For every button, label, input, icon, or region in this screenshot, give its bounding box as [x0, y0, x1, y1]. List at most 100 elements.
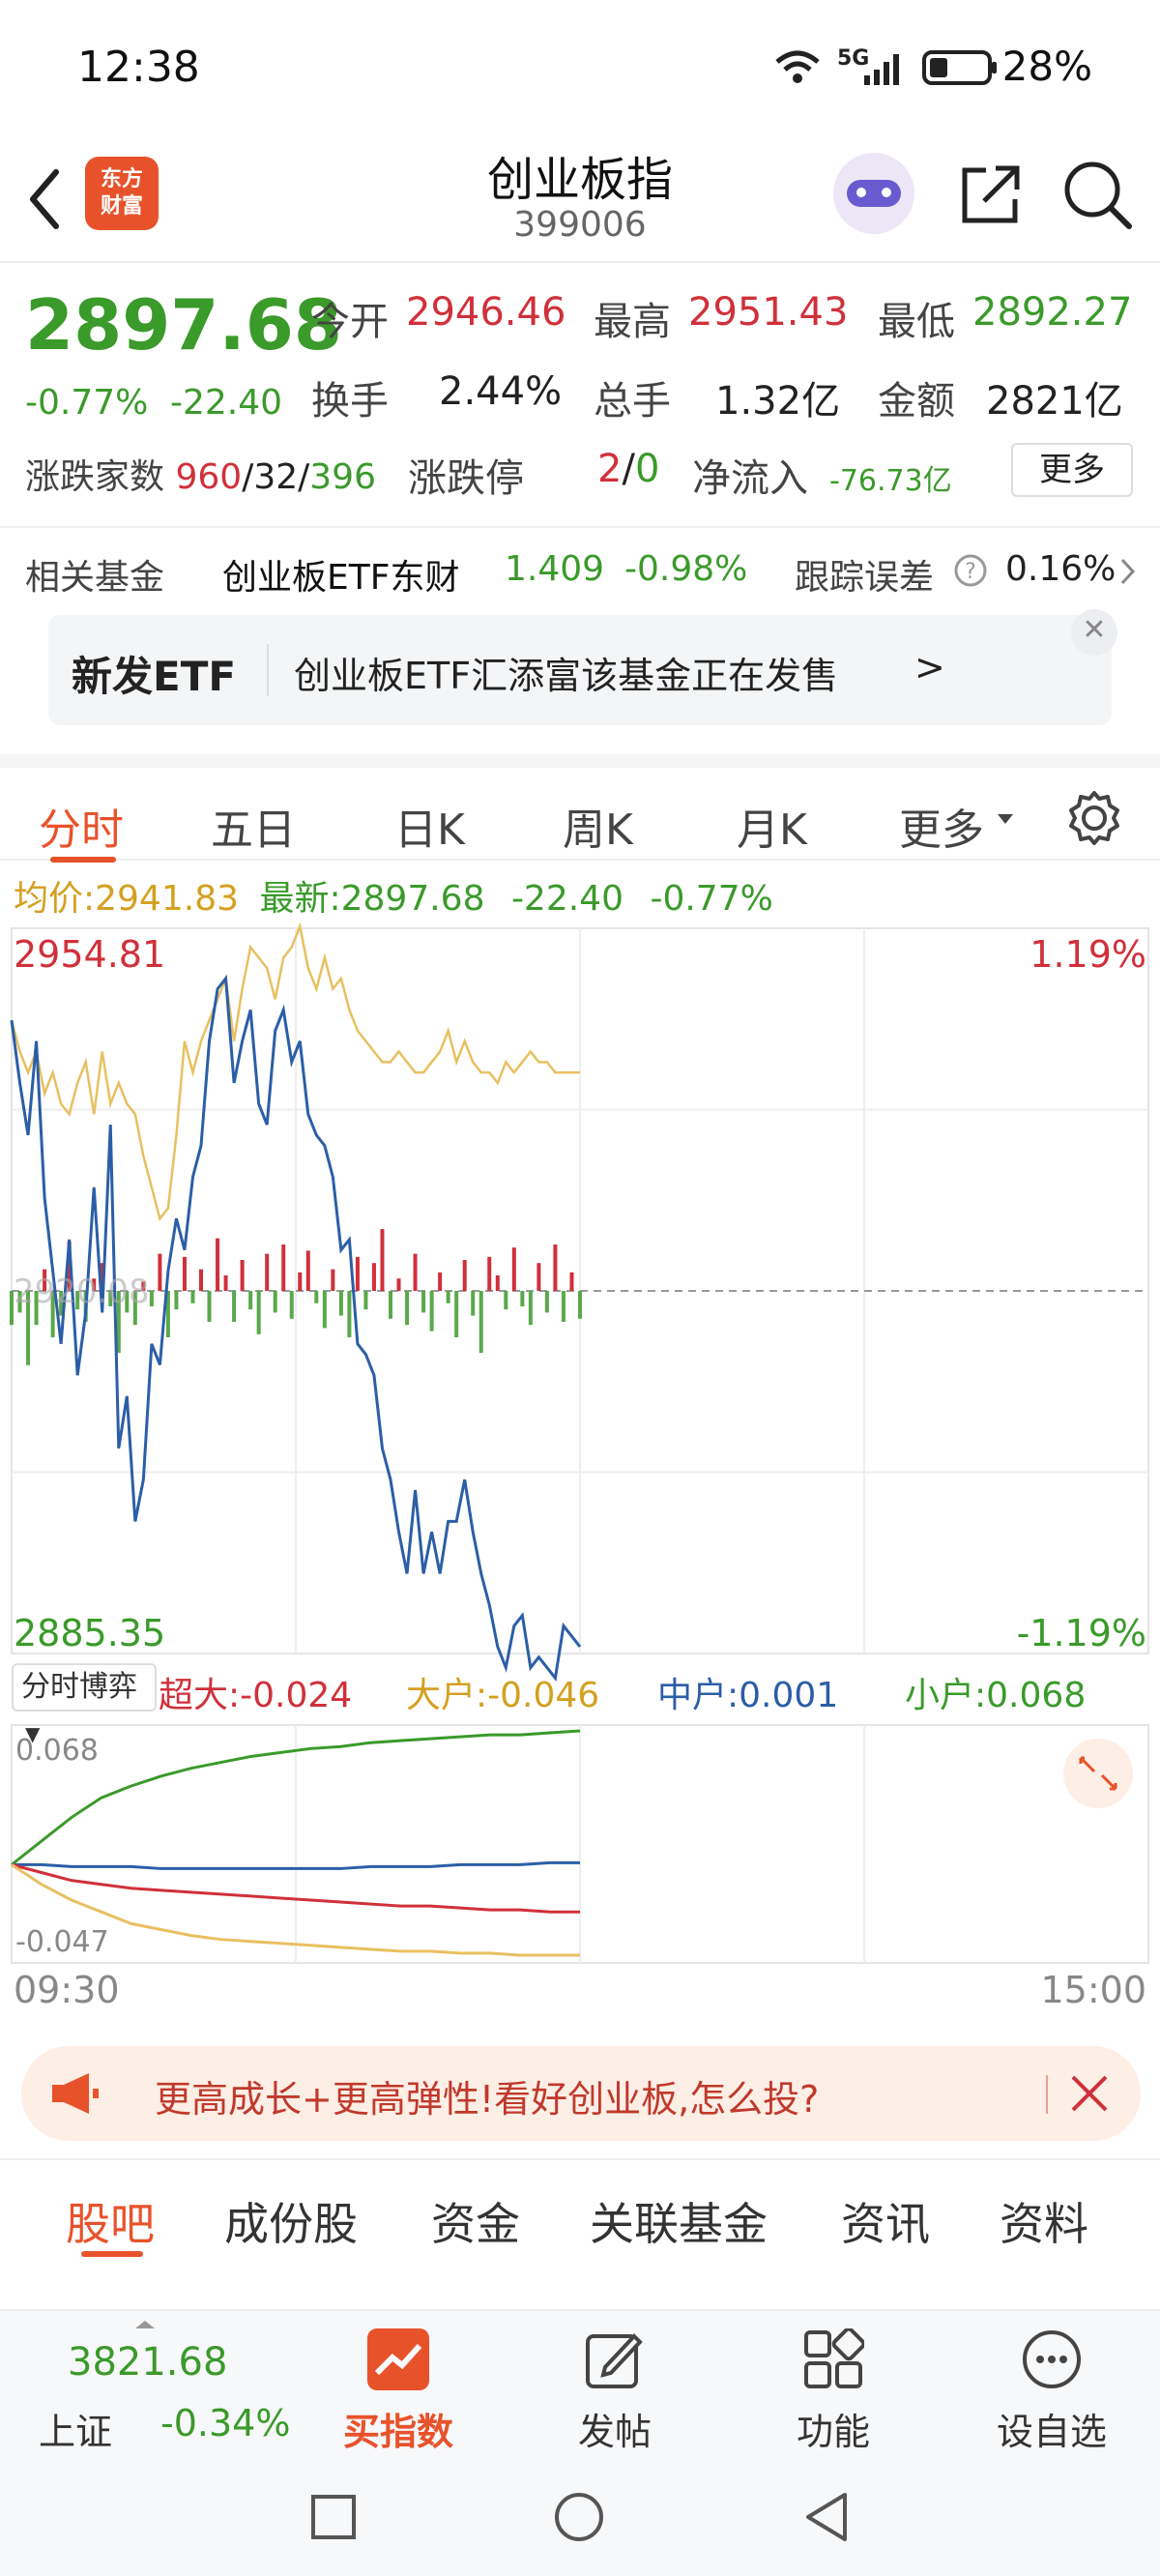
latest-change-pct: -0.77% [650, 879, 773, 919]
volume-bar [371, 1263, 376, 1291]
volume-bar [553, 1244, 558, 1291]
promo-arrow: > [914, 646, 945, 688]
volume-bar [322, 1291, 327, 1329]
status-bar: 12:38 5G 28% [0, 0, 1160, 135]
volume-bar [413, 1253, 418, 1291]
y-mid-label: 2920.08 [14, 1273, 150, 1311]
volume-bar [232, 1291, 237, 1322]
caret-down-icon [998, 814, 1013, 824]
grid-icon [804, 2328, 864, 2388]
volume-bar [561, 1291, 566, 1322]
intraday-chart[interactable]: 2954.81 2885.35 1.19% -1.19% 2920.08 0.068 -0.… [0, 919, 1160, 2021]
close-promo-icon[interactable]: ✕ [1071, 609, 1117, 656]
tab-more[interactable]: 更多 [899, 795, 984, 857]
volume-bar [405, 1291, 410, 1326]
latest-change: -22.40 [510, 879, 624, 919]
volume-bar [207, 1291, 212, 1322]
volume-bar [281, 1244, 286, 1291]
volume-bar [240, 1260, 245, 1291]
tab-related-funds[interactable]: 关联基金 [590, 2189, 768, 2253]
post-button[interactable]: 发帖 [537, 2311, 692, 2456]
volume-bar [511, 1247, 516, 1291]
volume-bar [471, 1291, 476, 1316]
volume-bar [495, 1275, 500, 1291]
inflow-value: -76.73亿 [829, 464, 952, 498]
volume-bar [248, 1291, 253, 1310]
tab-intraday[interactable]: 分时 [39, 795, 124, 857]
tab-profile[interactable]: 资料 [1000, 2189, 1088, 2253]
tab-monthly-k[interactable]: 月K [737, 795, 807, 857]
market-index-ticker[interactable]: 3821.68 上证 -0.34% [0, 2311, 309, 2456]
tracking-value: 0.16% [1005, 549, 1116, 589]
open-label: 今开 [311, 300, 389, 344]
volume-bar [528, 1291, 533, 1326]
volume-bar [504, 1291, 508, 1310]
amount-label: 金额 [878, 379, 955, 424]
recent-apps-icon[interactable] [309, 2493, 358, 2541]
new-etf-promo[interactable]: 新发ETF 创业板ETF汇添富该基金正在发售 > ✕ [48, 609, 1117, 725]
megaphone-icon [52, 2073, 99, 2114]
promo-banner[interactable]: 更高成长+更高弹性!看好创业板,怎么投? [21, 2046, 1141, 2141]
capital-flow-legend: 分时博弈▼ 超大:-0.024 大户:-0.046 中户:0.001 小户:0.… [0, 1663, 1160, 1745]
add-watchlist-button[interactable]: 设自选 [974, 2311, 1129, 2456]
search-icon[interactable] [1061, 159, 1135, 232]
share-icon[interactable] [957, 161, 1025, 228]
banner-text: 更高成长+更高弹性!看好创业板,怎么投? [155, 2078, 820, 2121]
volume-bar [158, 1253, 162, 1291]
tab-capital[interactable]: 资金 [431, 2189, 520, 2253]
latest-price: 2897.68 [340, 879, 485, 919]
fund-change: -0.98% [624, 549, 748, 589]
volume-bar [314, 1291, 319, 1303]
volume-bar [149, 1291, 154, 1306]
tracking-label: 跟踪误差 [795, 558, 935, 598]
volume-bar [289, 1291, 294, 1319]
high-label: 最高 [594, 300, 671, 344]
y-min-label: 2885.35 [14, 1612, 165, 1654]
volume-bar [389, 1291, 392, 1319]
tab-weekly-k[interactable]: 周K [563, 795, 633, 857]
flow-mode-select[interactable]: 分时博弈▼ [12, 1663, 157, 1745]
breadth-row: 涨跌家数 960/32/396 [25, 457, 376, 497]
functions-button[interactable]: 功能 [756, 2311, 911, 2456]
volume-bar [331, 1269, 335, 1291]
open-value: 2946.46 [406, 290, 566, 335]
tab-news[interactable]: 资讯 [841, 2189, 930, 2253]
close-banner-icon[interactable] [1069, 2073, 1110, 2114]
volume-bar [216, 1238, 220, 1291]
intraday-chart-svg: 2954.812885.351.19%-1.19%2920.080.068-0.… [10, 922, 1149, 1964]
volume-bar [520, 1291, 525, 1306]
battery-icon [922, 50, 997, 85]
volume-bar [273, 1291, 277, 1313]
volume-bar [446, 1291, 450, 1303]
volume-bar [182, 1256, 187, 1291]
tab-constituents[interactable]: 成份股 [224, 2189, 358, 2253]
limit-label: 涨跌停 [408, 456, 524, 501]
home-icon[interactable] [553, 2491, 605, 2543]
settings-gear-icon[interactable] [1065, 789, 1123, 847]
amount-value: 2821亿 [986, 379, 1123, 424]
avg-price: 2941.83 [95, 879, 240, 919]
related-fund-row[interactable]: 相关基金 创业板ETF东财 1.409 -0.98% 跟踪误差 ? 0.16% [0, 526, 1160, 609]
volume-bar [454, 1291, 459, 1337]
volume-bar [223, 1275, 228, 1291]
inflow-label: 净流入 [692, 456, 808, 501]
current-price: 2897.68 [25, 284, 342, 366]
volume-bar [569, 1272, 574, 1291]
buy-index-button[interactable]: 买指数 [321, 2311, 476, 2456]
limit-values: 2/0 [597, 447, 660, 491]
volume-bar [174, 1291, 179, 1310]
intraday-summary: 均价:2941.83 最新:2897.68 -22.40 -0.77% [14, 879, 773, 919]
more-quote-button[interactable]: 更多 [1011, 443, 1133, 497]
sh-index-change: -0.34% [160, 2402, 291, 2444]
volume-bar [256, 1291, 261, 1334]
ai-assistant-icon[interactable] [833, 153, 914, 234]
y-max-label: 2954.81 [14, 933, 165, 976]
tab-five-day[interactable]: 五日 [211, 795, 296, 857]
tab-daily-k[interactable]: 日K [394, 795, 465, 857]
help-icon[interactable]: ? [953, 553, 988, 588]
promo-tag: 新发ETF [72, 653, 237, 700]
back-icon[interactable] [802, 2491, 851, 2543]
volume-bar [396, 1278, 401, 1291]
volume-bar [199, 1269, 203, 1291]
tab-forum[interactable]: 股吧 [66, 2189, 155, 2253]
